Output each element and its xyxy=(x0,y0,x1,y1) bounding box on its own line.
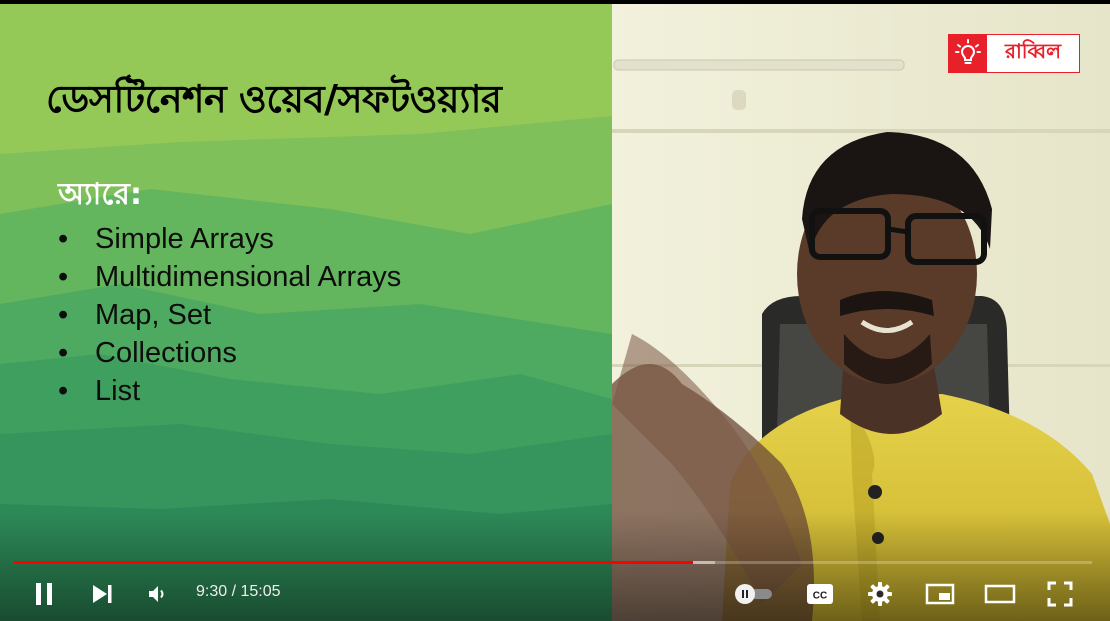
next-icon xyxy=(93,585,112,603)
bullet-marker: • xyxy=(58,223,69,255)
bullet-list: • Simple Arrays • Multidimensional Arrays … xyxy=(58,220,401,410)
miniplayer-button[interactable] xyxy=(922,576,958,612)
duration: 15:05 xyxy=(240,583,281,600)
autoplay-toggle-icon xyxy=(735,584,772,604)
list-item: • Map, Set xyxy=(58,296,401,334)
list-item-text: Collections xyxy=(95,337,237,369)
settings-button[interactable] xyxy=(862,576,898,612)
svg-text:CC: CC xyxy=(813,591,827,602)
subtitles-button[interactable]: CC xyxy=(802,576,838,612)
theater-mode-icon xyxy=(984,584,1016,604)
miniplayer-icon xyxy=(925,583,955,605)
bullet-marker: • xyxy=(58,337,69,369)
autoplay-toggle[interactable] xyxy=(734,576,776,612)
lightbulb-icon xyxy=(949,35,987,72)
fullscreen-icon xyxy=(1047,581,1073,607)
next-button[interactable] xyxy=(84,576,120,612)
list-item-text: Simple Arrays xyxy=(95,223,274,255)
channel-logo: রাব্বিল xyxy=(948,34,1080,73)
presentation-slide: ডেসটিনেশন ওয়েব/সফটওয়্যার অ্যারে: • Simp… xyxy=(0,4,612,621)
current-time: 9:30 xyxy=(196,583,228,600)
list-item: • List xyxy=(58,372,401,410)
pause-button[interactable] xyxy=(26,576,62,612)
slide-subtitle: অ্যারে: xyxy=(58,177,142,212)
mute-button[interactable] xyxy=(140,576,176,612)
bullet-marker: • xyxy=(58,261,69,293)
bullet-marker: • xyxy=(58,299,69,331)
gear-icon xyxy=(868,582,892,606)
fullscreen-button[interactable] xyxy=(1042,576,1078,612)
video-player[interactable]: ডেসটিনেশন ওয়েব/সফটওয়্যার অ্যারে: • Simp… xyxy=(0,0,1110,621)
pause-icon xyxy=(36,583,52,605)
bullet-marker: • xyxy=(58,375,69,407)
channel-logo-text: রাব্বিল xyxy=(1004,39,1062,63)
list-item: • Simple Arrays xyxy=(58,220,401,258)
cc-icon: CC xyxy=(807,584,833,604)
progress-played xyxy=(14,561,694,564)
time-separator: / xyxy=(227,583,241,600)
list-item-text: Multidimensional Arrays xyxy=(95,261,402,293)
theater-mode-button[interactable] xyxy=(980,576,1020,612)
progress-bar[interactable] xyxy=(14,560,1092,565)
video-frame[interactable]: ডেসটিনেশন ওয়েব/সফটওয়্যার অ্যারে: • Simp… xyxy=(0,4,1110,621)
list-item: • Collections xyxy=(58,334,401,372)
list-item-text: Map, Set xyxy=(95,299,212,331)
time-display: 9:30 / 15:05 xyxy=(196,583,281,601)
list-item: • Multidimensional Arrays xyxy=(58,258,401,296)
webcam-view xyxy=(612,4,1110,621)
slide-title: ডেসটিনেশন ওয়েব/সফটওয়্যার xyxy=(46,77,502,121)
presenter-image xyxy=(612,4,1110,621)
list-item-text: List xyxy=(95,375,141,407)
volume-icon xyxy=(149,586,164,602)
